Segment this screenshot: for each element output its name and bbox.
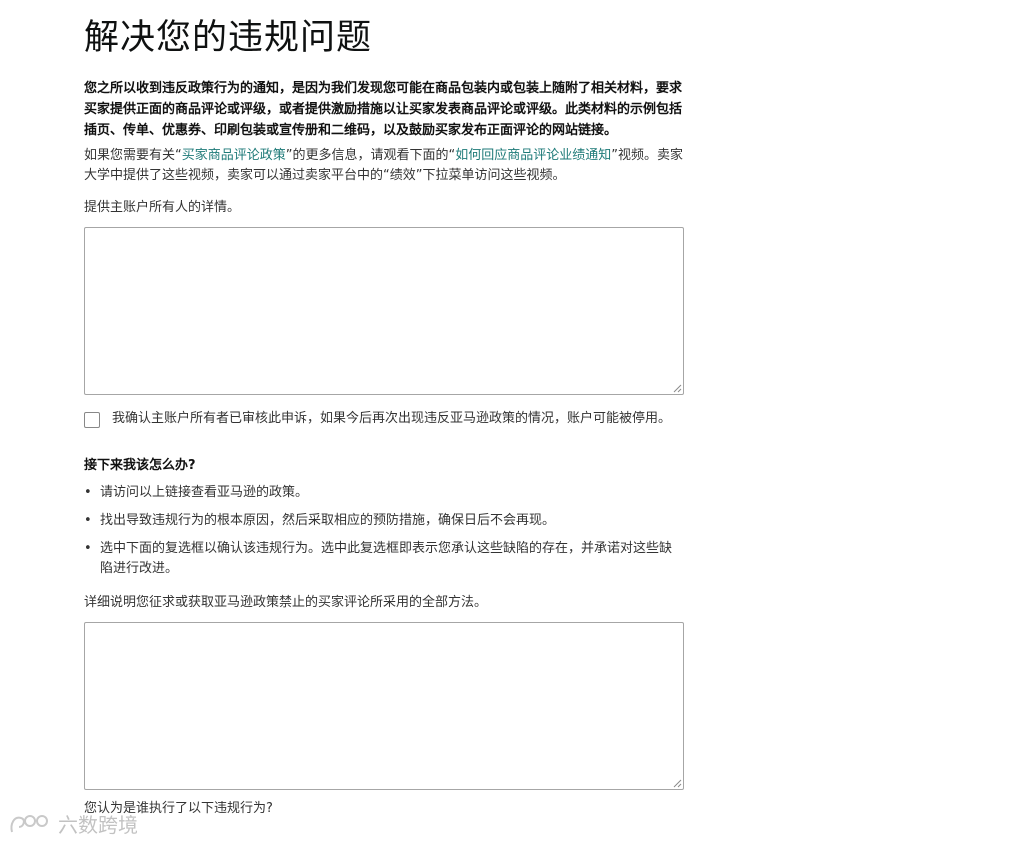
resize-grip-icon[interactable] (672, 383, 682, 393)
list-item: • 选中下面的复选框以确认该违规行为。选中此复选框即表示您承认这些缺陷的存在，并承… (84, 539, 684, 579)
page-title: 解决您的违规问题 (84, 18, 373, 58)
list-item-text: 选中下面的复选框以确认该违规行为。选中此复选框即表示您承认这些缺陷的存在，并承诺… (100, 541, 673, 576)
bullet-icon: • (84, 513, 92, 528)
info-text-part2: ”的更多信息，请观看下面的“ (285, 148, 456, 163)
review-policy-link[interactable]: 买家商品评论政策 (182, 148, 286, 163)
bullet-icon: • (84, 485, 92, 500)
appeal-form: 解决您的违规问题 您之所以收到违反政策行为的通知，是因为我们发现您可能在商品包装… (84, 0, 684, 819)
methods-textarea[interactable] (84, 622, 684, 790)
list-item-text: 找出导致违规行为的根本原因，然后采取相应的预防措施，确保日后不会再现。 (100, 513, 556, 528)
list-item-text: 请访问以上链接查看亚马逊的政策。 (100, 485, 309, 500)
watermark-text: 六数跨境 (58, 813, 138, 837)
confirm-checkbox[interactable] (84, 412, 100, 428)
confirm-row: 我确认主账户所有者已审核此申诉，如果今后再次出现违反亚马逊政策的情况，账户可能被… (84, 409, 684, 429)
list-item: • 请访问以上链接查看亚马逊的政策。 (84, 483, 684, 503)
who-label: 您认为是谁执行了以下违规行为? (84, 801, 273, 816)
confirm-label: 我确认主账户所有者已审核此申诉，如果今后再次出现违反亚马逊政策的情况，账户可能被… (112, 411, 672, 426)
resize-grip-icon[interactable] (672, 778, 682, 788)
info-text: 如果您需要有关“买家商品评论政策”的更多信息，请观看下面的“如何回应商品评论业绩… (84, 146, 684, 186)
owner-details-textarea[interactable] (84, 227, 684, 395)
review-notice-video-link[interactable]: 如何回应商品评论业绩通知 (455, 148, 611, 163)
next-steps-list: • 请访问以上链接查看亚马逊的政策。 • 找出导致违规行为的根本原因，然后采取相应… (84, 483, 684, 579)
next-steps-title: 接下来我该怎么办? (84, 458, 196, 473)
methods-label: 详细说明您征求或获取亚马逊政策禁止的买家评论所采用的全部方法。 (84, 595, 488, 610)
bullet-icon: • (84, 541, 92, 556)
watermark: 六数跨境 (8, 812, 138, 838)
watermark-logo-icon (10, 815, 48, 833)
list-item: • 找出导致违规行为的根本原因，然后采取相应的预防措施，确保日后不会再现。 (84, 511, 684, 531)
owner-details-label: 提供主账户所有人的详情。 (84, 200, 241, 215)
intro-text: 您之所以收到违反政策行为的通知，是因为我们发现您可能在商品包装内或包装上随附了相… (84, 81, 683, 138)
info-text-part1: 如果您需要有关“ (84, 148, 182, 163)
